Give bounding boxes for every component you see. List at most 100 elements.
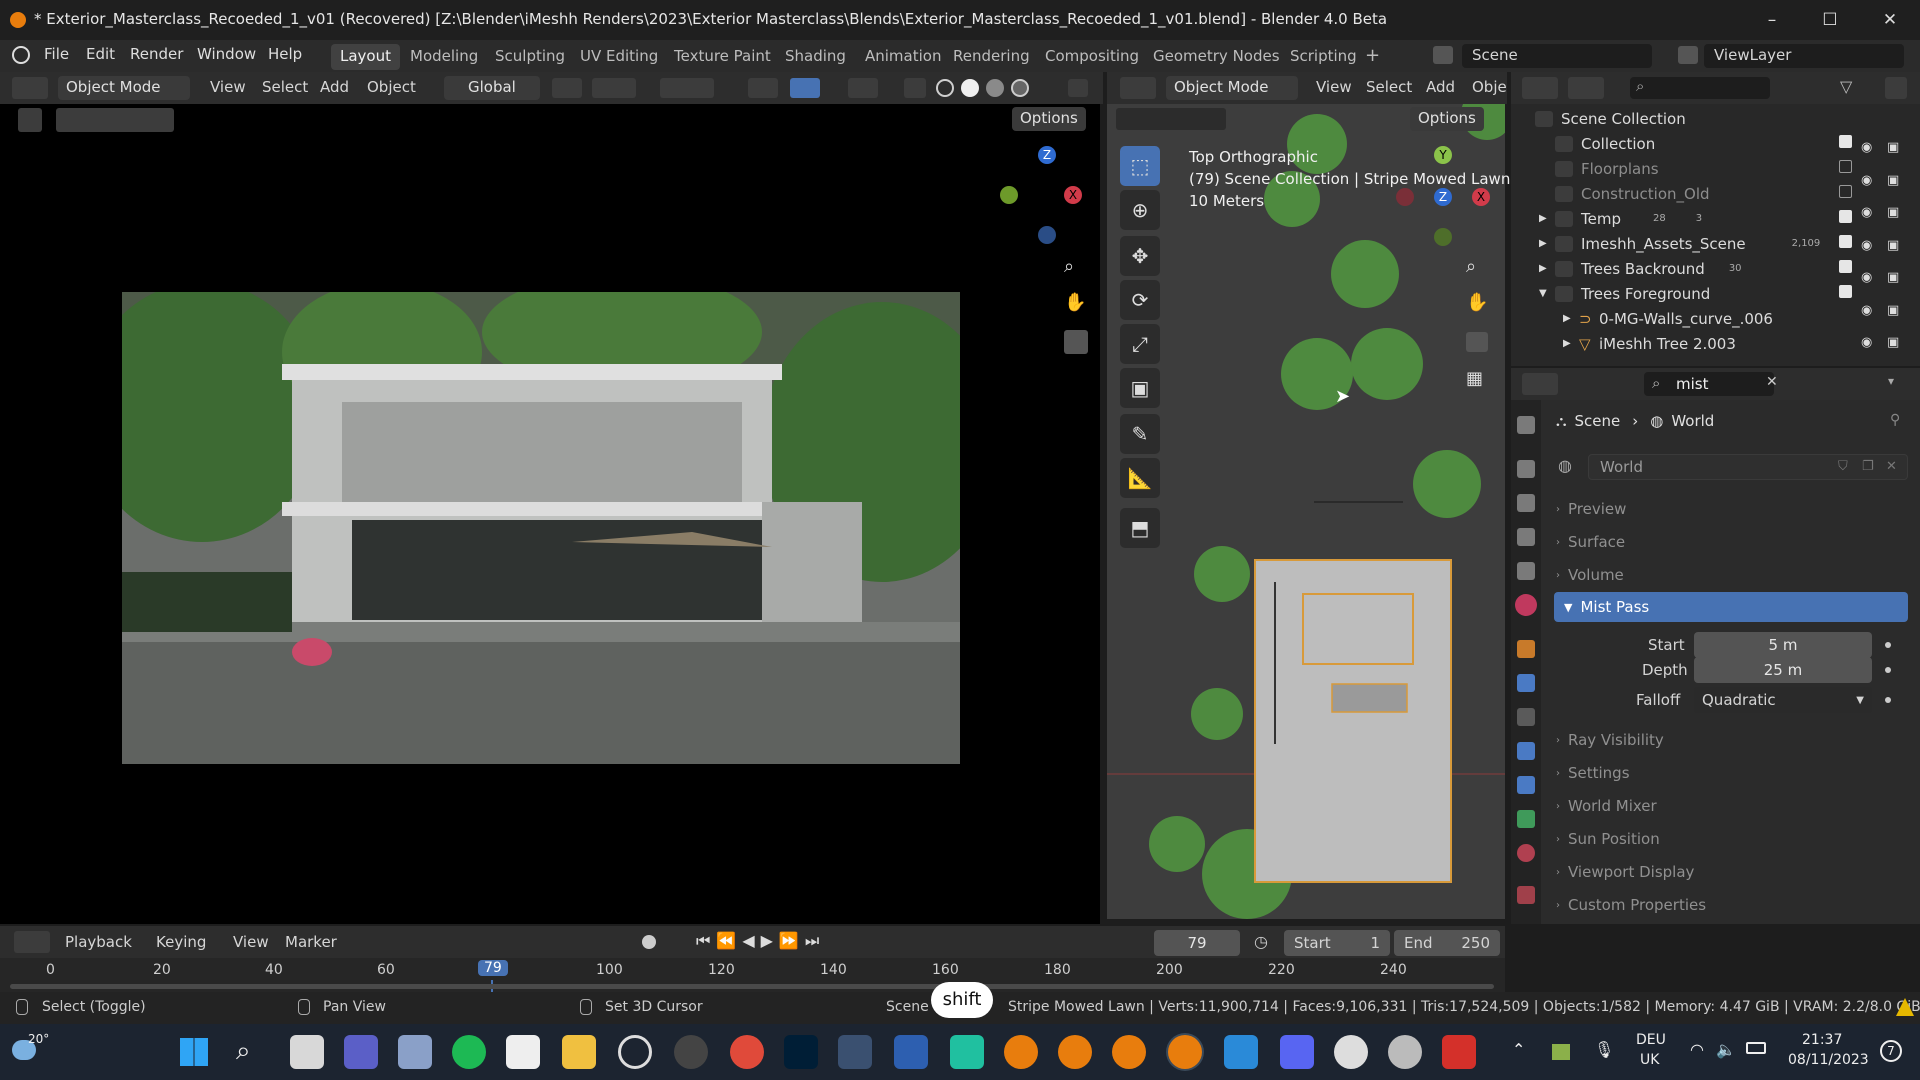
sync-icon[interactable] [618, 1035, 652, 1069]
tray-chevron-icon[interactable]: ⌃ [1512, 1040, 1525, 1059]
measure-tool-icon[interactable]: 📐 [1120, 458, 1160, 498]
battery-icon[interactable] [1746, 1042, 1766, 1054]
menu-help[interactable]: Help [268, 45, 302, 63]
file-explorer-icon[interactable] [562, 1035, 596, 1069]
shading-solid-icon[interactable] [961, 79, 979, 97]
playhead[interactable]: 79 [478, 960, 508, 976]
options-dropdown[interactable]: Options [1012, 107, 1086, 131]
tree-row-trees-backround[interactable]: ▶ Trees Backround 30 [1539, 256, 1742, 281]
camera-icon[interactable] [1068, 79, 1088, 97]
tray-app-icon[interactable] [1552, 1044, 1570, 1060]
tab-texture-paint[interactable]: Texture Paint [665, 44, 780, 70]
object-tab-icon[interactable] [1517, 640, 1535, 658]
language-2[interactable]: UK [1640, 1052, 1659, 1068]
windows-start-icon[interactable] [180, 1038, 208, 1066]
duplicate-icon[interactable]: ❐ [1862, 459, 1874, 474]
expand-arrow-icon[interactable]: ▶ [1563, 338, 1579, 349]
right-object-mode-dropdown[interactable]: Object Mode [1166, 76, 1298, 100]
shading-rendered-icon[interactable] [1011, 79, 1029, 97]
scale-tool-icon[interactable]: ⤢ [1120, 324, 1160, 364]
checkbox-icon[interactable] [1839, 160, 1852, 173]
acrobat-icon[interactable] [1442, 1035, 1476, 1069]
snap-icon[interactable] [552, 78, 582, 98]
tab-geometry-nodes[interactable]: Geometry Nodes [1144, 44, 1289, 70]
blender-menu-icon[interactable] [12, 46, 30, 64]
section-preview[interactable]: › Preview [1556, 493, 1906, 525]
blender-task-icon[interactable] [1004, 1035, 1038, 1069]
menu-select[interactable]: Select [262, 78, 308, 96]
section-volume[interactable]: › Volume [1556, 559, 1906, 591]
timeline-editor-icon[interactable] [14, 931, 50, 953]
mist-start-field[interactable]: 5 m [1694, 632, 1872, 658]
right-pan-hand-icon[interactable]: ✋ [1466, 292, 1488, 313]
tree-row-temp[interactable]: ▶ Temp 28 3 [1539, 206, 1702, 231]
expand-arrow-icon[interactable]: ▶ [1539, 238, 1555, 249]
menu-view[interactable]: View [210, 78, 246, 96]
microphone-icon[interactable]: 🎙 [1594, 1040, 1614, 1059]
notion-icon[interactable] [506, 1035, 540, 1069]
section-settings[interactable]: › Settings [1556, 757, 1906, 789]
tab-sculpting[interactable]: Sculpting [486, 44, 574, 70]
render-tab-icon[interactable] [1517, 460, 1535, 478]
right-neg-x-axis-icon[interactable] [1396, 188, 1414, 206]
menu-edit[interactable]: Edit [86, 45, 115, 63]
snapping-icon[interactable] [592, 78, 636, 98]
app-3-icon[interactable] [950, 1035, 984, 1069]
properties-options-icon[interactable]: ▾ [1888, 374, 1894, 388]
clear-search-icon[interactable]: ✕ [1766, 374, 1778, 390]
visibility-icon[interactable] [748, 78, 778, 98]
tab-uv-editing[interactable]: UV Editing [571, 44, 667, 70]
outliner-search-field[interactable] [1630, 77, 1770, 99]
right-select-box-icon[interactable] [1116, 108, 1226, 130]
material-tab-icon[interactable] [1517, 844, 1535, 862]
right-x-axis-icon[interactable]: X [1472, 188, 1490, 206]
photoshop-icon[interactable] [784, 1035, 818, 1069]
right-options-dropdown[interactable]: Options [1410, 107, 1484, 131]
camera-view-icon[interactable] [1064, 330, 1088, 354]
search-icon[interactable]: ⌕ [236, 1036, 251, 1067]
tab-scripting[interactable]: Scripting [1281, 44, 1366, 70]
collapse-arrow-icon[interactable]: ▼ [1539, 288, 1555, 299]
maximize-button[interactable]: ☐ [1810, 6, 1850, 34]
blender-task-3-icon[interactable] [1112, 1035, 1146, 1069]
view-layer-tab-icon[interactable] [1517, 528, 1535, 546]
clock-time[interactable]: 21:37 [1802, 1032, 1842, 1048]
zoom-icon[interactable]: ⌕ [1064, 256, 1088, 280]
right-camera-view-icon[interactable] [1466, 332, 1488, 352]
select-tool-icon[interactable]: ⬚ [1120, 146, 1160, 186]
vscode-icon[interactable] [1224, 1035, 1258, 1069]
blender-task-4-icon[interactable] [1168, 1035, 1202, 1069]
add-cube-tool-icon[interactable]: ⬒ [1120, 508, 1160, 548]
record-icon[interactable] [642, 935, 656, 949]
checkbox-icon[interactable] [1839, 185, 1852, 198]
constraints-tab-icon[interactable] [1517, 776, 1535, 794]
discord-icon[interactable] [1280, 1035, 1314, 1069]
settings-gear-icon[interactable] [1388, 1035, 1422, 1069]
shading-material-icon[interactable] [986, 79, 1004, 97]
right-navigation-gizmo[interactable]: Y Z X [1396, 146, 1492, 246]
notification-badge[interactable]: 7 [1880, 1040, 1902, 1062]
world-tab-icon[interactable] [1515, 594, 1537, 616]
scene-tab-icon[interactable] [1517, 562, 1535, 580]
tab-compositing[interactable]: Compositing [1036, 44, 1148, 70]
add-workspace-icon[interactable]: + [1365, 45, 1380, 66]
right-z-axis-icon[interactable]: Z [1434, 188, 1452, 206]
filter-icon[interactable]: ▽ [1840, 77, 1866, 99]
menu-object[interactable]: Object [367, 78, 416, 96]
mist-falloff-dropdown[interactable]: Quadratic ▼ [1694, 687, 1872, 713]
orientation-dropdown[interactable]: Global [444, 76, 540, 100]
tree-row-imeshh-assets[interactable]: ▶ Imeshh_Assets_Scene 2,109 [1539, 231, 1820, 256]
tree-row-trees-foreground[interactable]: ▼ Trees Foreground [1539, 281, 1710, 306]
tab-modeling[interactable]: Modeling [401, 44, 487, 70]
tree-row-floorplans[interactable]: Floorplans [1555, 156, 1659, 181]
grid-view-icon[interactable]: ▦ [1466, 368, 1483, 389]
expand-arrow-icon[interactable]: ▶ [1539, 213, 1555, 224]
menu-playback[interactable]: Playback [65, 933, 132, 951]
menu-add[interactable]: Add [320, 78, 349, 96]
clock-date[interactable]: 08/11/2023 [1788, 1052, 1869, 1068]
expand-arrow-icon[interactable]: ▶ [1563, 313, 1579, 324]
shading-wireframe-icon[interactable] [936, 79, 954, 97]
pan-hand-icon[interactable]: ✋ [1064, 292, 1088, 316]
clock-icon[interactable]: ◷ [1254, 932, 1268, 951]
section-ray-visibility[interactable]: › Ray Visibility [1556, 724, 1906, 756]
